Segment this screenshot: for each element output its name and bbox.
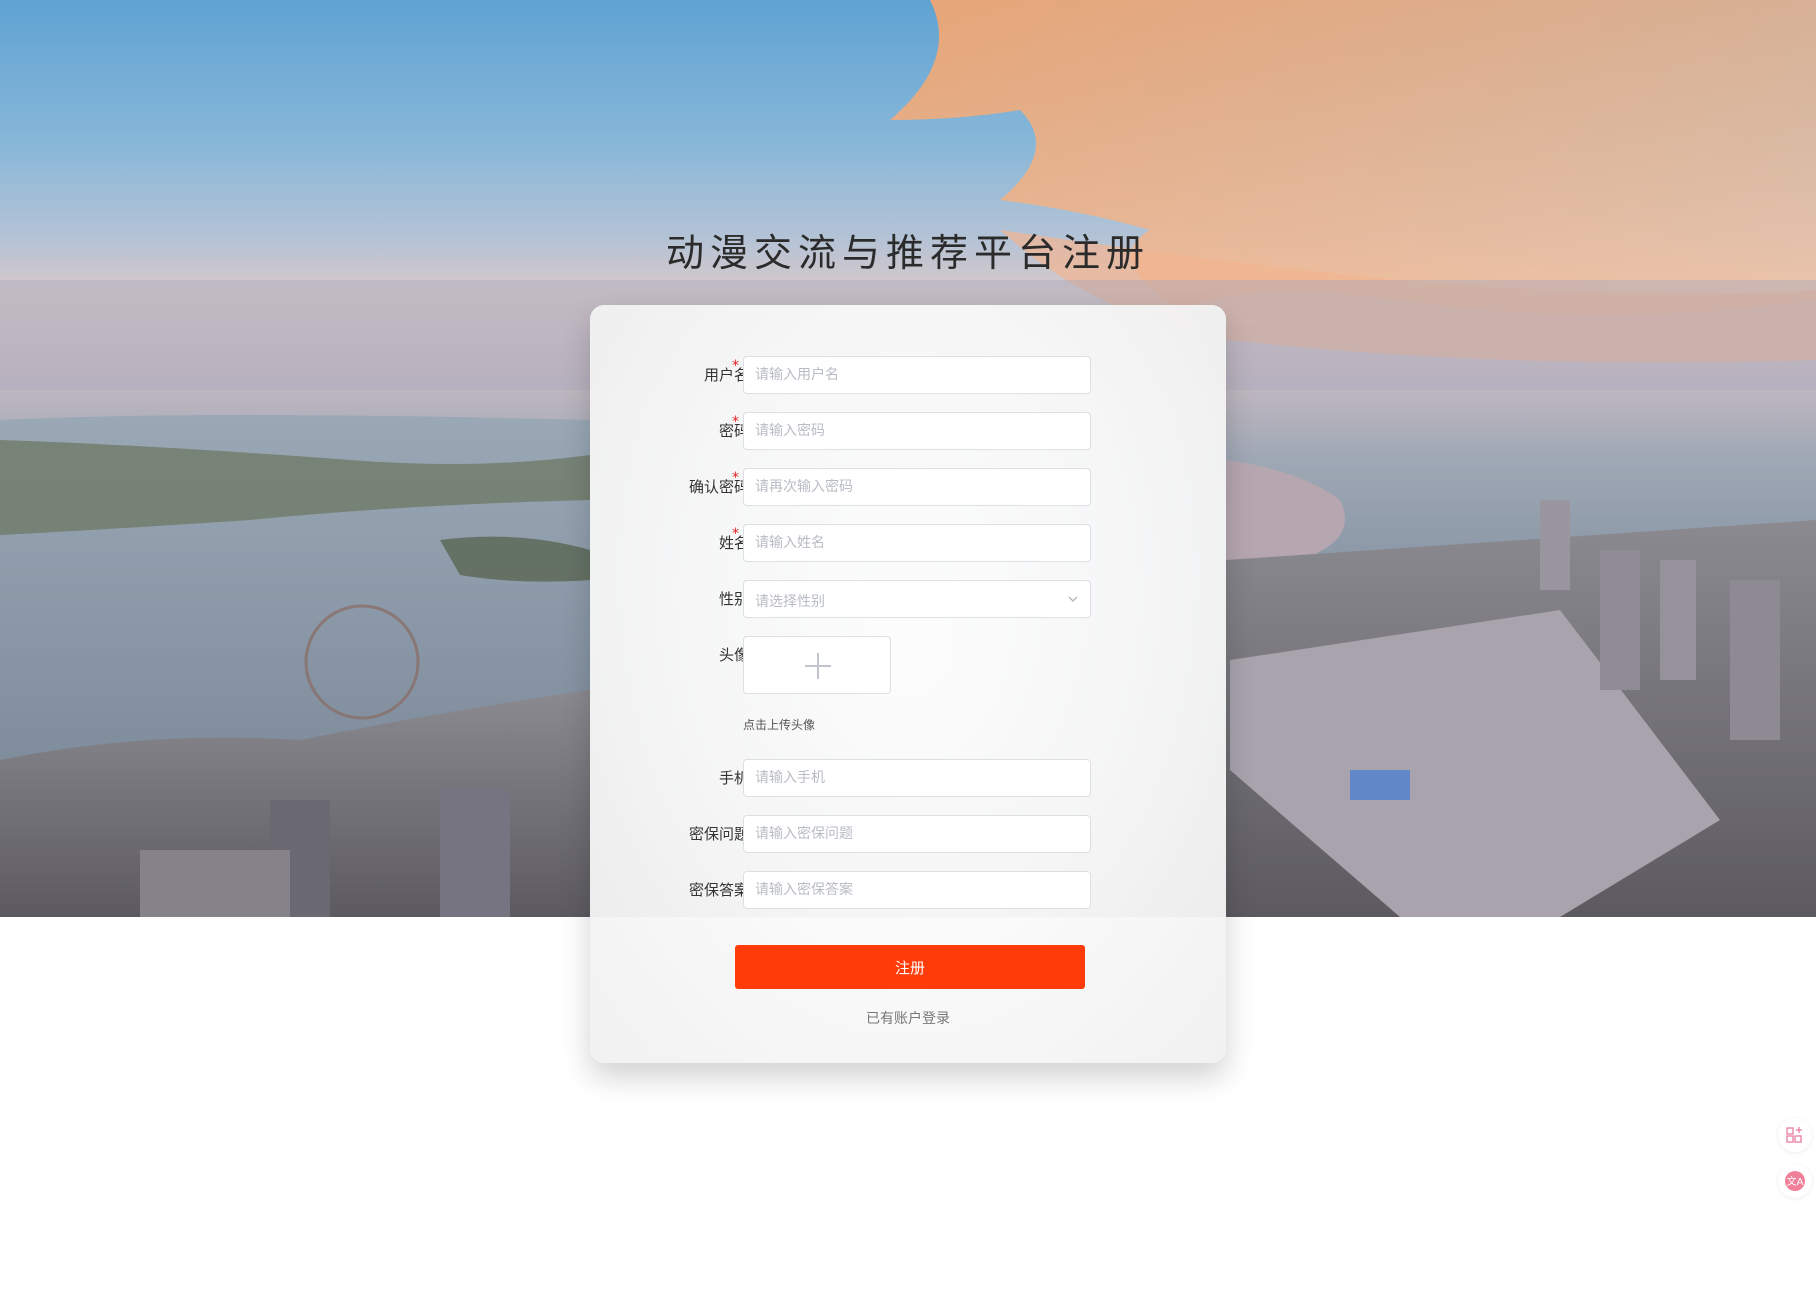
confirm-password-input[interactable] — [743, 468, 1091, 506]
gender-select[interactable]: 请选择性别 — [743, 580, 1091, 618]
name-row: 姓名: * — [590, 524, 1226, 564]
required-mark: * — [732, 358, 739, 374]
gender-select-placeholder: 请选择性别 — [755, 594, 825, 610]
avatar-upload[interactable] — [743, 636, 891, 694]
security-question-row: 密保问题: — [590, 815, 1226, 855]
password-row: 密码: * — [590, 412, 1226, 452]
required-mark: * — [732, 470, 739, 486]
svg-text:文A: 文A — [1787, 1175, 1804, 1188]
password-input[interactable] — [743, 412, 1091, 450]
register-card: 用户名: * 密码: * 确认密码: * 姓名: * 性别: 请选择性别 头像: — [590, 305, 1226, 1063]
username-row: 用户名: * — [590, 356, 1226, 396]
plus-icon — [805, 653, 831, 679]
security-question-input[interactable] — [743, 815, 1091, 853]
gender-row: 性别: 请选择性别 — [590, 580, 1226, 620]
phone-input[interactable] — [743, 759, 1091, 797]
grid-sparkle-icon — [1786, 1127, 1802, 1143]
name-input[interactable] — [743, 524, 1091, 562]
phone-row: 手机: — [590, 759, 1226, 799]
avatar-row: 头像: 点击上传头像 — [590, 636, 1226, 746]
page-title: 动漫交流与推荐平台注册 — [665, 231, 1150, 275]
security-answer-row: 密保答案: — [590, 871, 1226, 911]
login-link[interactable]: 已有账户登录 — [590, 1008, 1226, 1028]
apps-tool-button[interactable] — [1778, 1118, 1812, 1152]
chevron-down-icon — [1068, 596, 1078, 602]
required-mark: * — [732, 414, 739, 430]
translate-tool-button[interactable]: 文A — [1778, 1164, 1812, 1198]
confirm-password-row: 确认密码: * — [590, 468, 1226, 508]
avatar-upload-hint: 点击上传头像 — [743, 718, 816, 732]
translate-icon: 文A — [1785, 1171, 1805, 1191]
security-answer-input[interactable] — [743, 871, 1091, 909]
required-mark: * — [732, 526, 739, 542]
username-input[interactable] — [743, 356, 1091, 394]
register-button[interactable]: 注册 — [735, 945, 1085, 989]
